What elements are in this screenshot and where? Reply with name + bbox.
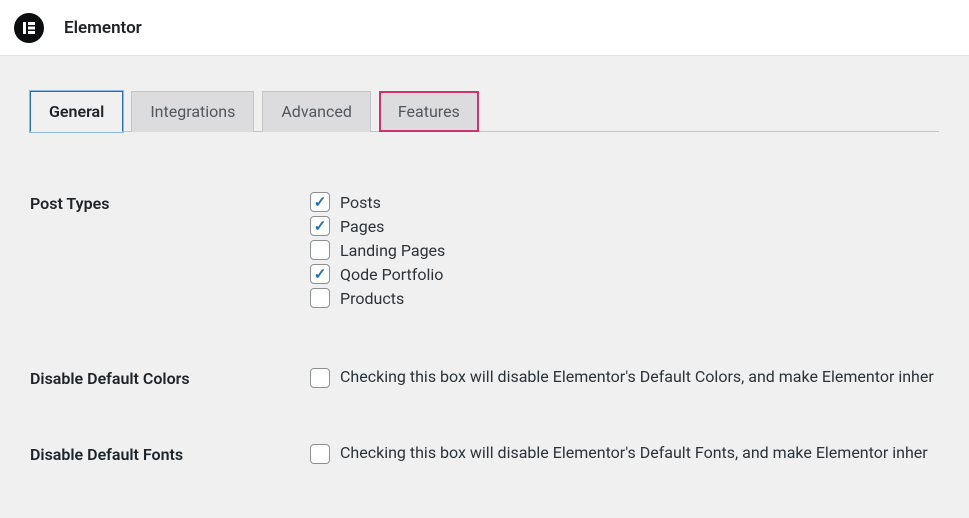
page-title: Elementor xyxy=(64,18,142,38)
setting-row-disable-fonts: Disable Default Fonts Checking this box … xyxy=(30,443,939,464)
post-type-option: Landing Pages xyxy=(310,240,939,260)
label-post-types: Post Types xyxy=(30,192,310,312)
label-disable-colors: Disable Default Colors xyxy=(30,367,310,388)
checkbox-products[interactable] xyxy=(310,288,330,308)
description-disable-fonts: Checking this box will disable Elementor… xyxy=(340,443,928,462)
field-disable-colors: Checking this box will disable Elementor… xyxy=(310,367,939,388)
field-post-types: Posts Pages Landing Pages Qode Portfolio… xyxy=(310,192,939,312)
post-type-option: Qode Portfolio xyxy=(310,264,939,284)
description-disable-colors: Checking this box will disable Elementor… xyxy=(340,367,934,386)
checkbox-label[interactable]: Posts xyxy=(340,193,381,212)
tab-advanced[interactable]: Advanced xyxy=(262,91,371,132)
label-disable-fonts: Disable Default Fonts xyxy=(30,443,310,464)
tabs-nav: General Integrations Advanced Features xyxy=(30,90,939,132)
checkbox-label[interactable]: Products xyxy=(340,289,404,308)
tab-general[interactable]: General xyxy=(30,91,123,132)
page-header: Elementor xyxy=(0,0,969,56)
checkbox-posts[interactable] xyxy=(310,192,330,212)
setting-row-post-types: Post Types Posts Pages Landing Pages Qod… xyxy=(30,192,939,312)
checkbox-pages[interactable] xyxy=(310,216,330,236)
elementor-logo-icon xyxy=(14,13,44,43)
post-type-option: Posts xyxy=(310,192,939,212)
setting-row-disable-colors: Disable Default Colors Checking this box… xyxy=(30,367,939,388)
post-type-option: Pages xyxy=(310,216,939,236)
content-area: General Integrations Advanced Features P… xyxy=(0,56,969,464)
checkbox-qode-portfolio[interactable] xyxy=(310,264,330,284)
checkbox-landing-pages[interactable] xyxy=(310,240,330,260)
checkbox-disable-colors[interactable] xyxy=(310,368,330,388)
tab-integrations[interactable]: Integrations xyxy=(131,91,254,132)
post-type-option: Products xyxy=(310,288,939,308)
checkbox-label[interactable]: Pages xyxy=(340,217,384,236)
checkbox-disable-fonts[interactable] xyxy=(310,444,330,464)
checkbox-label[interactable]: Landing Pages xyxy=(340,241,445,260)
tab-features[interactable]: Features xyxy=(379,91,479,132)
checkbox-label[interactable]: Qode Portfolio xyxy=(340,265,443,284)
field-disable-fonts: Checking this box will disable Elementor… xyxy=(310,443,939,464)
